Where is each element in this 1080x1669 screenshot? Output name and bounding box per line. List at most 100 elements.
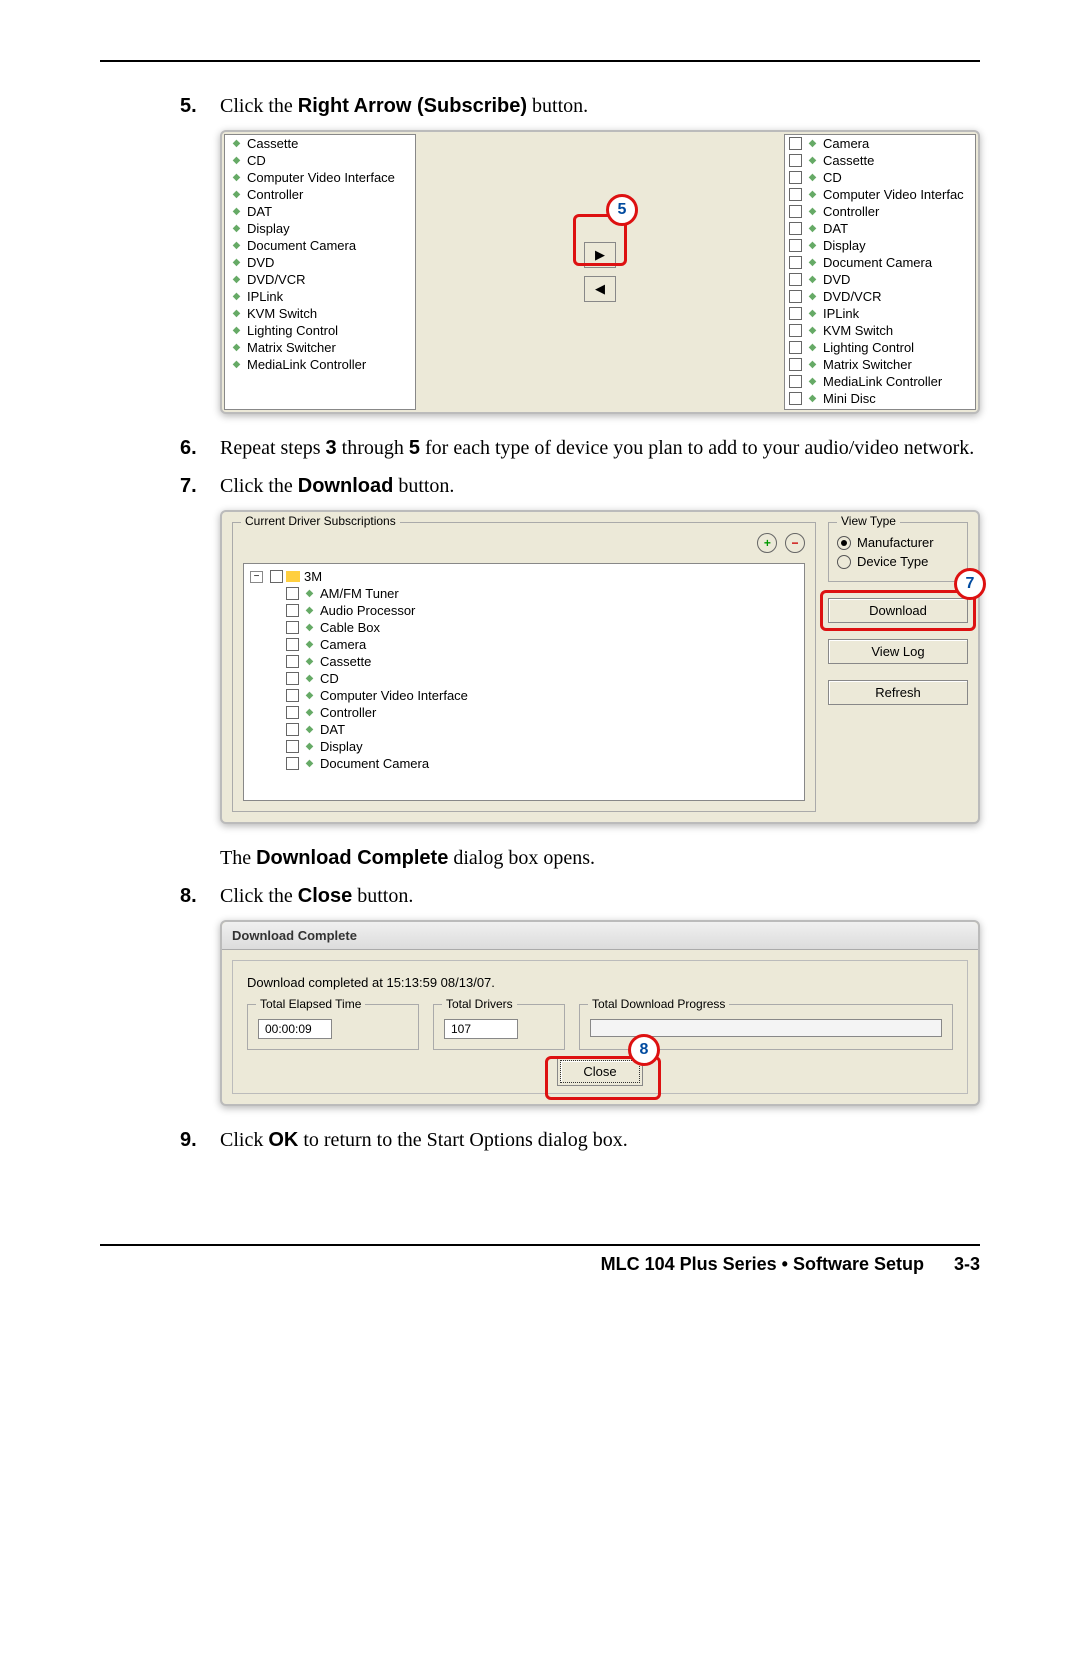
list-item[interactable]: ◆Computer Video Interfac (785, 186, 975, 203)
right-arrow-subscribe-button[interactable]: ▶ (584, 242, 616, 268)
checkbox-icon[interactable] (789, 205, 802, 218)
checkbox-icon[interactable] (286, 655, 299, 668)
checkbox-icon[interactable] (286, 672, 299, 685)
checkbox-icon[interactable] (286, 604, 299, 617)
tree-item[interactable]: ◆Computer Video Interface (250, 687, 804, 704)
checkbox-icon[interactable] (789, 341, 802, 354)
download-button[interactable]: Download (828, 598, 968, 623)
subscribed-list[interactable]: ◆Camera◆Cassette◆CD◆Computer Video Inter… (784, 134, 976, 410)
list-item[interactable]: ◆Document Camera (785, 254, 975, 271)
list-item[interactable]: ◆MediaLink Controller (785, 373, 975, 390)
tree-item[interactable]: ◆Controller (250, 704, 804, 721)
checkbox-icon[interactable] (789, 375, 802, 388)
list-item[interactable]: ◆DVD (225, 254, 415, 271)
checkbox-icon[interactable] (789, 358, 802, 371)
checkbox-icon[interactable] (789, 222, 802, 235)
list-item[interactable]: ◆Lighting Control (785, 339, 975, 356)
radio-devicetype[interactable] (837, 555, 851, 569)
list-item[interactable]: ◆Computer Video Interface (225, 169, 415, 186)
checkbox-icon[interactable] (286, 740, 299, 753)
close-button[interactable]: Close (560, 1060, 639, 1083)
tree-item[interactable]: ◆Display (250, 738, 804, 755)
checkbox-icon[interactable] (789, 307, 802, 320)
checkbox-icon[interactable] (789, 171, 802, 184)
list-item[interactable]: ◆MediaLink Controller (225, 356, 415, 373)
list-item[interactable]: ◆Controller (225, 186, 415, 203)
checkbox-icon[interactable] (789, 154, 802, 167)
subscription-tree[interactable]: − 3M ◆AM/FM Tuner◆Audio Processor◆Cable … (243, 563, 805, 801)
callout-5-num: 5 (606, 194, 638, 226)
list-item[interactable]: ◆Matrix Switcher (225, 339, 415, 356)
list-item[interactable]: ◆Controller (785, 203, 975, 220)
checkbox-icon[interactable] (286, 621, 299, 634)
checkbox-icon[interactable] (789, 392, 802, 405)
radio-manufacturer[interactable] (837, 536, 851, 550)
list-item[interactable]: ◆CD (225, 152, 415, 169)
tree-item[interactable]: ◆DAT (250, 721, 804, 738)
tree-item[interactable]: ◆Cassette (250, 653, 804, 670)
available-list[interactable]: ◆Cassette◆CD◆Computer Video Interface◆Co… (224, 134, 416, 410)
device-icon: ◆ (805, 392, 820, 405)
checkbox-icon[interactable] (286, 706, 299, 719)
checkbox-icon[interactable] (789, 256, 802, 269)
tree-item[interactable]: ◆Camera (250, 636, 804, 653)
list-item[interactable]: ◆DAT (785, 220, 975, 237)
device-icon: ◆ (805, 324, 820, 337)
tree-item-label: Cable Box (320, 620, 380, 635)
list-item[interactable]: ◆Document Camera (225, 237, 415, 254)
dialog-title: Download Complete (222, 922, 978, 950)
list-item[interactable]: ◆KVM Switch (225, 305, 415, 322)
checkbox-icon[interactable] (286, 723, 299, 736)
list-item[interactable]: ◆DVD/VCR (225, 271, 415, 288)
list-item[interactable]: ◆DVD/VCR (785, 288, 975, 305)
tree-item[interactable]: ◆Audio Processor (250, 602, 804, 619)
left-arrow-unsubscribe-button[interactable]: ◀ (584, 276, 616, 302)
list-item[interactable]: ◆IPLink (225, 288, 415, 305)
remove-subscription-icon[interactable]: − (785, 533, 805, 553)
checkbox-icon[interactable] (789, 188, 802, 201)
radio-devicetype-row[interactable]: Device Type (837, 554, 959, 569)
figure-subscribe: ◆Cassette◆CD◆Computer Video Interface◆Co… (220, 130, 980, 414)
checkbox-icon[interactable] (789, 324, 802, 337)
list-item-label: IPLink (247, 289, 283, 304)
list-item[interactable]: ◆Matrix Switcher (785, 356, 975, 373)
checkbox-icon[interactable] (789, 273, 802, 286)
tree-item[interactable]: ◆AM/FM Tuner (250, 585, 804, 602)
checkbox-icon[interactable] (286, 689, 299, 702)
list-item[interactable]: ◆Mini Disc (785, 390, 975, 407)
list-item[interactable]: ◆CD (785, 169, 975, 186)
checkbox-icon[interactable] (789, 137, 802, 150)
device-icon: ◆ (229, 239, 244, 252)
refresh-button[interactable]: Refresh (828, 680, 968, 705)
view-log-button[interactable]: View Log (828, 639, 968, 664)
checkbox-icon[interactable] (286, 638, 299, 651)
checkbox-icon[interactable] (789, 290, 802, 303)
add-subscription-icon[interactable]: + (757, 533, 777, 553)
list-item-label: Cassette (247, 136, 298, 151)
list-item[interactable]: ◆Cassette (225, 135, 415, 152)
tree-item[interactable]: ◆Cable Box (250, 619, 804, 636)
device-icon: ◆ (302, 587, 317, 600)
checkbox-icon[interactable] (789, 239, 802, 252)
list-item[interactable]: ◆KVM Switch (785, 322, 975, 339)
list-item[interactable]: ◆Lighting Control (225, 322, 415, 339)
list-item[interactable]: ◆Cassette (785, 152, 975, 169)
checkbox-icon[interactable] (286, 757, 299, 770)
list-item[interactable]: ◆IPLink (785, 305, 975, 322)
list-item[interactable]: ◆DAT (225, 203, 415, 220)
tree-item[interactable]: ◆CD (250, 670, 804, 687)
callout-8-num: 8 (628, 1034, 660, 1066)
tree-root-row[interactable]: − 3M (250, 568, 804, 585)
list-item-label: Document Camera (247, 238, 356, 253)
list-item[interactable]: ◆Camera (785, 135, 975, 152)
list-item-label: MediaLink Controller (823, 374, 942, 389)
list-item-label: DAT (823, 221, 848, 236)
device-icon: ◆ (229, 273, 244, 286)
tree-item[interactable]: ◆Document Camera (250, 755, 804, 772)
list-item-label: CD (247, 153, 266, 168)
list-item[interactable]: ◆Display (225, 220, 415, 237)
list-item[interactable]: ◆Display (785, 237, 975, 254)
radio-manufacturer-row[interactable]: Manufacturer (837, 535, 959, 550)
checkbox-icon[interactable] (286, 587, 299, 600)
list-item[interactable]: ◆DVD (785, 271, 975, 288)
